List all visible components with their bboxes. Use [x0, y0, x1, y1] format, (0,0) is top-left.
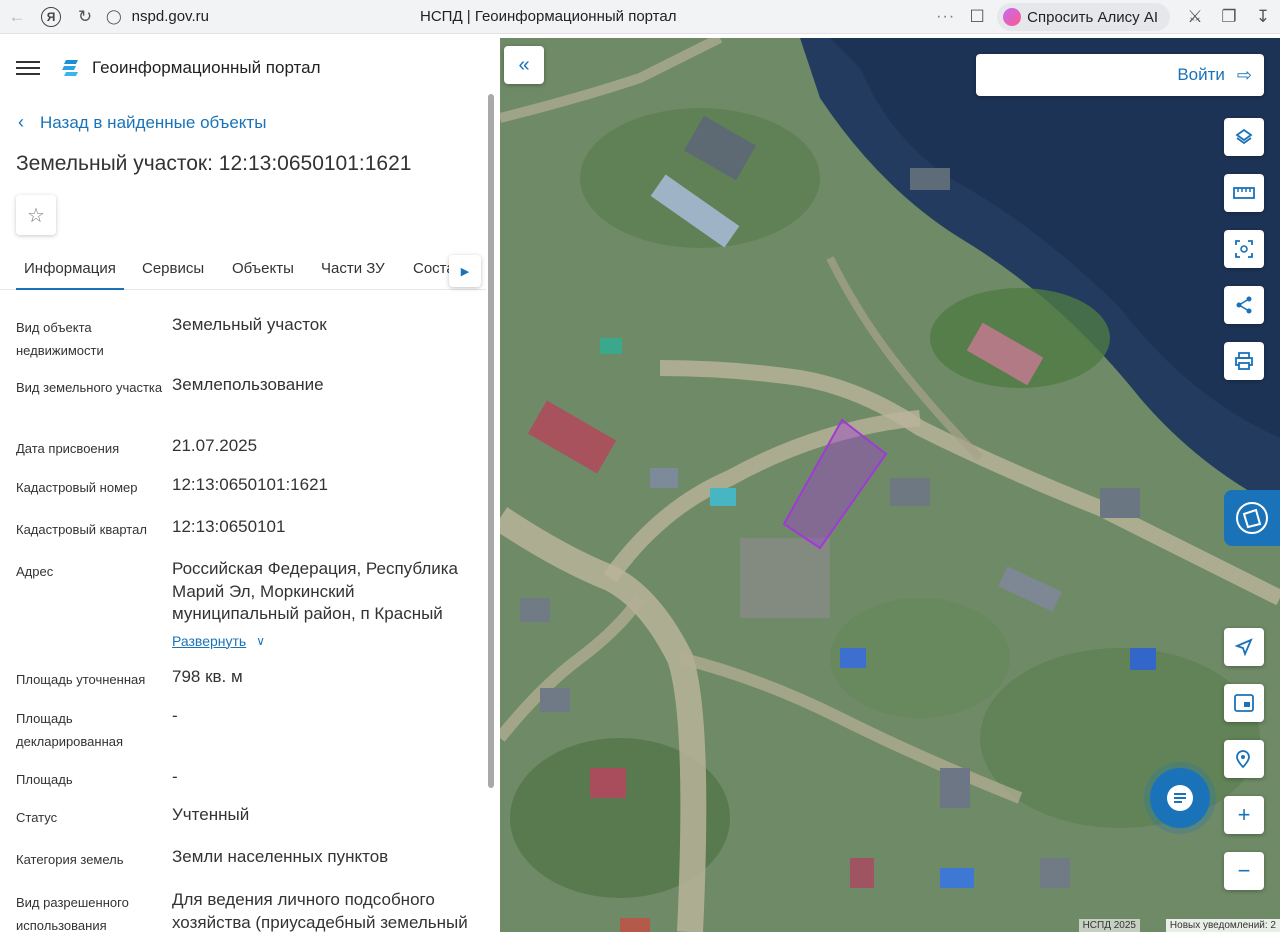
back-arrow-icon[interactable]: ←: [0, 0, 34, 34]
tab-bar: Информация Сервисы Объекты Части ЗУ Сост…: [0, 252, 486, 290]
scrollbar-thumb[interactable]: [488, 94, 494, 788]
minimap-button[interactable]: [1224, 684, 1264, 722]
tab-title: НСПД | Геоинформационный портал: [420, 8, 677, 25]
layers-icon: [1235, 128, 1253, 145]
portal-name: Геоинформационный портал: [92, 58, 321, 77]
tab-info[interactable]: Информация: [16, 252, 124, 290]
alisa-button[interactable]: Спросить Алису AI: [997, 3, 1170, 31]
field-label: Вид объекта недвижимости: [16, 320, 104, 358]
more-icon[interactable]: ···: [936, 8, 955, 26]
select-area-icon: [1235, 240, 1253, 258]
chat-button[interactable]: [1150, 768, 1210, 828]
locate-button[interactable]: [1224, 628, 1264, 666]
shield-icon: ◯: [106, 8, 122, 24]
notifications-counter[interactable]: Новых уведомлений: 2: [1165, 919, 1280, 932]
portal-logo-icon: [62, 60, 78, 76]
back-label: Назад в найденные объекты: [40, 112, 267, 132]
tab-parts[interactable]: Части ЗУ: [321, 252, 385, 290]
chevron-down-icon: ∨: [256, 633, 266, 648]
field-value: Учтенный: [172, 805, 250, 824]
field-value: 12:13:0650101:1621: [172, 475, 328, 494]
tabs-scroll-right-button[interactable]: ▶: [449, 255, 481, 287]
star-icon: ☆: [27, 204, 45, 227]
zoom-out-button[interactable]: −: [1224, 852, 1264, 890]
field-value: -: [172, 706, 178, 725]
minus-icon: −: [1237, 858, 1251, 883]
select-area-button[interactable]: [1224, 230, 1264, 268]
favorite-button[interactable]: ☆: [16, 195, 56, 235]
url-text: nspd.gov.ru: [131, 8, 209, 25]
search-location-button[interactable]: [1224, 740, 1264, 778]
login-icon: ⇨: [1236, 64, 1252, 85]
address-text: Российская Федерация, Республика Марий Э…: [172, 559, 459, 623]
map-book-icon: [1236, 502, 1268, 534]
field-value: -: [172, 767, 178, 786]
print-icon: [1235, 352, 1253, 370]
browser-toolbar: ← Я ↻ ◯ nspd.gov.ru НСПД | Геоинформацио…: [0, 0, 1280, 34]
field-value: Для ведения личного подсобного хозяйства…: [172, 890, 468, 932]
back-to-results-link[interactable]: ‹ Назад в найденные объекты: [18, 112, 266, 133]
tab-objects[interactable]: Объекты: [232, 252, 294, 290]
ruler-button[interactable]: [1224, 174, 1264, 212]
assistant-tab[interactable]: [1224, 490, 1280, 546]
collapse-panel-button[interactable]: «: [504, 46, 544, 84]
panel-scrollbar[interactable]: [486, 94, 496, 932]
layers-button[interactable]: [1224, 118, 1264, 156]
object-info-panel: Геоинформационный портал ‹ Назад в найде…: [0, 38, 500, 932]
page-title: Земельный участок: 12:13:0650101:1621: [16, 152, 412, 175]
field-label: Дата присвоения: [16, 441, 120, 456]
login-label: Войти: [1177, 65, 1225, 84]
field-value: Земельный участок: [172, 315, 327, 334]
address-bar[interactable]: ◯ nspd.gov.ru: [106, 8, 209, 25]
zoom-in-button[interactable]: +: [1224, 796, 1264, 834]
field-label: Кадастровый квартал: [16, 522, 147, 537]
field-value: Земли населенных пунктов: [172, 847, 389, 866]
field-value: 21.07.2025: [172, 436, 258, 455]
collections-icon[interactable]: ❐: [1212, 0, 1246, 34]
share-button[interactable]: [1224, 286, 1264, 324]
menu-icon[interactable]: [16, 61, 40, 75]
field-label: Кадастровый номер: [16, 480, 138, 495]
print-button[interactable]: [1224, 342, 1264, 380]
search-location-icon: [1236, 750, 1250, 769]
bookmark-icon[interactable]: ☐: [965, 0, 989, 34]
field-value: 798 кв. м: [172, 667, 243, 686]
map-attribution: НСПД 2025: [1078, 919, 1140, 932]
extensions-icon[interactable]: ⚔: [1178, 0, 1212, 34]
alisa-icon: [1003, 8, 1022, 26]
download-icon[interactable]: ↧: [1246, 0, 1280, 34]
field-label: Вид разрешенного использования: [16, 895, 129, 932]
field-label: Вид земельного участка: [16, 380, 163, 395]
expand-address-button[interactable]: Развернуть ∨: [172, 630, 472, 653]
yandex-logo-icon[interactable]: Я: [34, 0, 68, 34]
alisa-label: Спросить Алису AI: [1027, 8, 1158, 26]
chevron-left-icon: ‹: [18, 112, 24, 132]
satellite-map[interactable]: « Войти ⇨ + − НСПД 2025 Новых уведомлени…: [500, 38, 1280, 932]
field-label: Площадь: [16, 772, 73, 787]
tab-services[interactable]: Сервисы: [142, 252, 204, 290]
minimap-icon: [1234, 694, 1254, 712]
login-button[interactable]: Войти ⇨: [976, 54, 1264, 96]
field-label: Статус: [16, 810, 58, 825]
field-label: Площадь уточненная: [16, 672, 146, 687]
locate-icon: [1235, 638, 1253, 656]
tab-composition[interactable]: Состав: [413, 252, 449, 290]
double-chevron-left-icon: «: [518, 53, 530, 76]
field-value: Землепользование: [172, 375, 324, 394]
plus-icon: +: [1237, 802, 1251, 827]
share-icon: [1236, 296, 1252, 314]
field-label: Категория земель: [16, 852, 124, 867]
chat-bubble-icon: [1167, 785, 1193, 811]
reload-icon[interactable]: ↻: [68, 0, 102, 34]
field-value: Российская Федерация, Республика Марий Э…: [172, 558, 472, 652]
ruler-icon: [1233, 187, 1255, 199]
field-label: Адрес: [16, 564, 54, 579]
field-value: 12:13:0650101: [172, 517, 286, 536]
field-label: Площадь декларированная: [16, 711, 124, 749]
expand-label: Развернуть: [172, 632, 247, 649]
